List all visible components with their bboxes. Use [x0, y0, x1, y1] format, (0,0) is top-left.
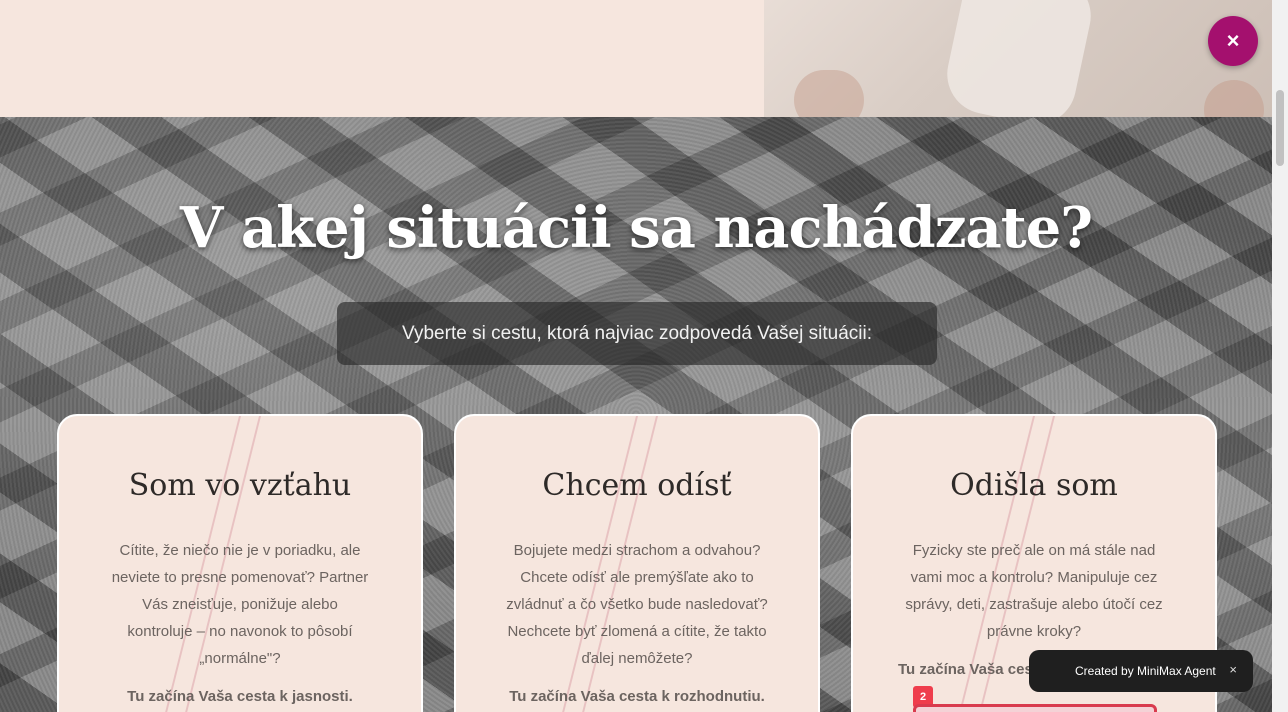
card-description: Bojujete medzi strachom a odvahou? Chcet… — [506, 542, 768, 667]
hero-subtitle: Vyberte si cestu, ktorá najviac zodpoved… — [402, 322, 872, 344]
card-description: Fyzicky ste preč ale on má stále nad vam… — [905, 542, 1163, 640]
card-chcem-odist[interactable]: Chcem odísť Bojujete medzi strachom a od… — [454, 414, 820, 712]
toast-label: Created by MiniMax Agent — [1075, 664, 1216, 678]
close-button[interactable]: × — [1208, 16, 1258, 66]
card-title: Som vo vzťahu — [128, 468, 352, 503]
card-title: Odišla som — [950, 468, 1118, 503]
card-title: Chcem odísť — [542, 468, 732, 503]
hero-subtitle-box: Vyberte si cestu, ktorá najviac zodpoved… — [337, 302, 937, 365]
page-scrollbar[interactable] — [1272, 0, 1288, 712]
card-cta[interactable]: Tu začína Vaša cesta k jasnosti. — [59, 688, 421, 705]
card-som-vo-vztahu[interactable]: Som vo vzťahu Cítite, že niečo nie je v … — [57, 414, 423, 712]
close-icon: × — [1226, 28, 1240, 53]
card-cta[interactable]: Tu začína Vaša cesta k rozhodnutiu. — [456, 688, 818, 705]
card-action-button[interactable] — [913, 704, 1157, 712]
toast-close-icon[interactable]: × — [1229, 662, 1237, 677]
top-photo — [764, 0, 1272, 117]
minimax-toast: Created by MiniMax Agent × — [1029, 650, 1253, 692]
card-description: Cítite, že niečo nie je v poriadku, ale … — [111, 542, 369, 667]
hero-section: V akej situácii sa nachádzate? Vyberte s… — [0, 117, 1272, 712]
scrollbar-thumb[interactable] — [1276, 90, 1284, 166]
hero-title: V akej situácii sa nachádzate? — [179, 195, 1093, 261]
